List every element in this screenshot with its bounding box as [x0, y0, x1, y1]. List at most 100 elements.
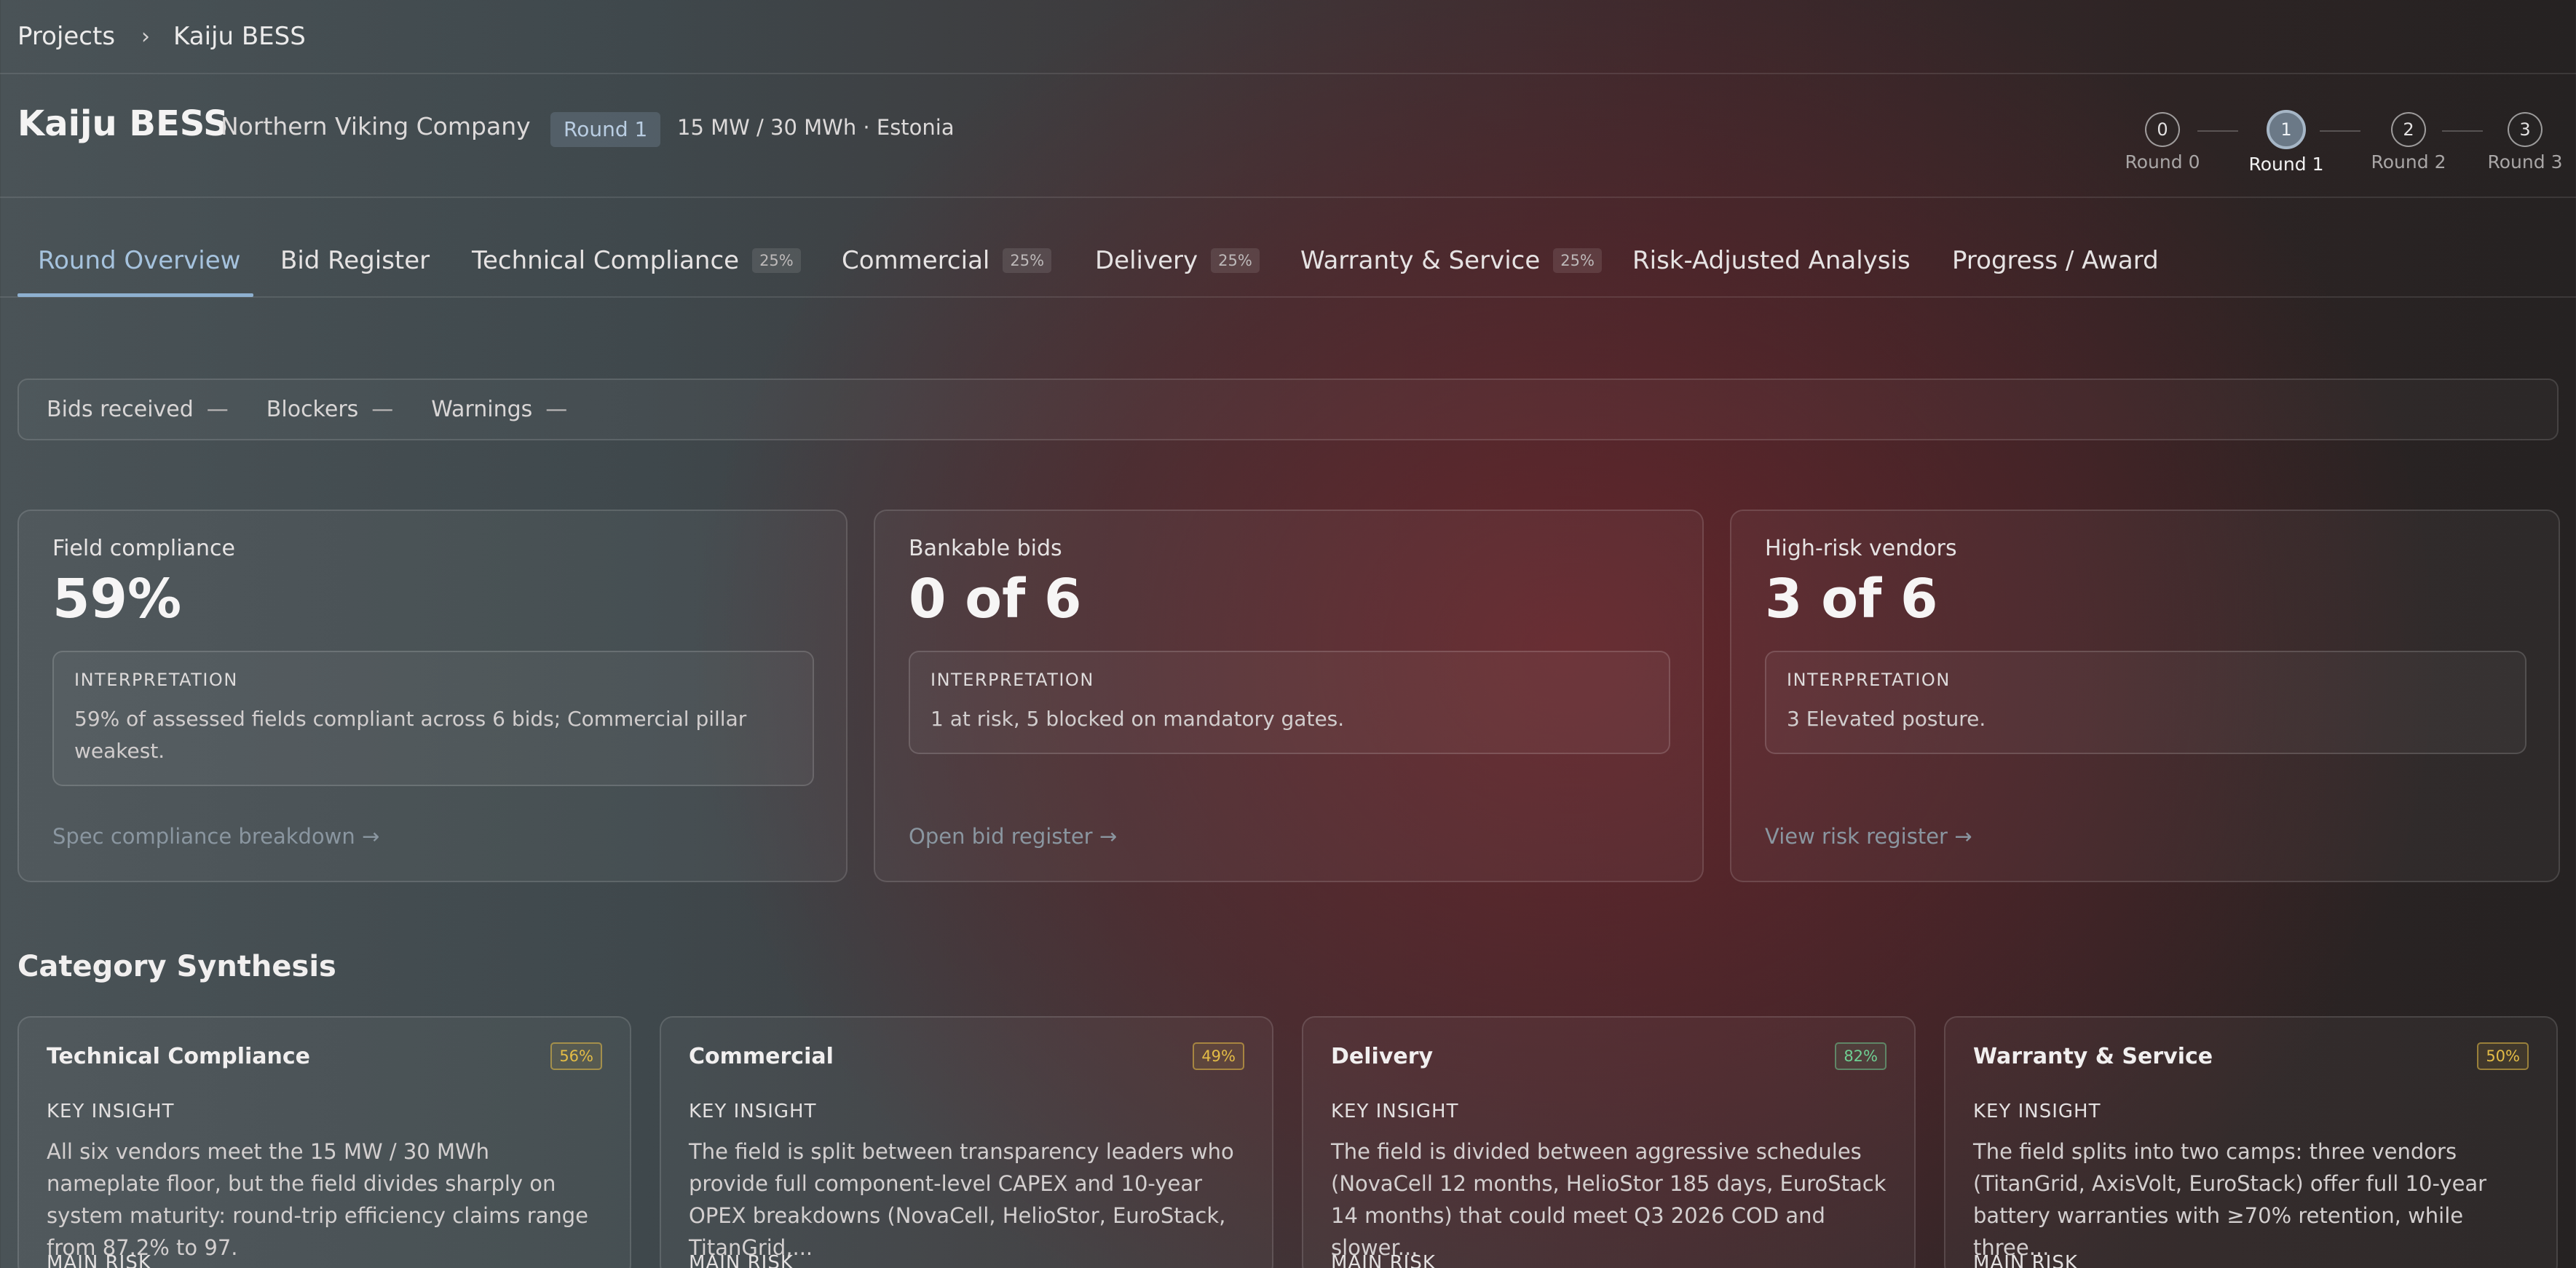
category-title: Delivery	[1331, 1044, 1434, 1069]
kpi-card-bankable-bids: Bankable bids 0 of 6 INTERPRETATION 1 at…	[874, 510, 1704, 882]
summary-bids: Bids received —	[47, 397, 229, 422]
tab-label: Warranty & Service	[1300, 246, 1541, 275]
tab-delivery[interactable]: Delivery 25%	[1095, 246, 1260, 275]
tab-bar: Round Overview Bid Register Technical Co…	[0, 199, 2576, 298]
spec-compliance-breakdown-link[interactable]: Spec compliance breakdown →	[52, 824, 379, 849]
category-card-delivery[interactable]: Delivery 82% KEY INSIGHT The field is di…	[1302, 1016, 1916, 1268]
interpretation-heading: INTERPRETATION	[1787, 670, 1951, 690]
tab-label: Technical Compliance	[472, 246, 740, 275]
category-card-commercial[interactable]: Commercial 49% KEY INSIGHT The field is …	[660, 1016, 1273, 1268]
key-insight-text: The field splits into two camps: three v…	[1973, 1139, 2487, 1260]
step-round-1[interactable]: 1 Round 1	[2235, 110, 2337, 175]
main-risk-label: MAIN RISK	[689, 1252, 794, 1268]
step-circle: 2	[2391, 112, 2426, 147]
tab-round-overview[interactable]: Round Overview	[38, 246, 240, 275]
step-round-3[interactable]: 3 Round 3	[2474, 112, 2576, 173]
step-connector	[2320, 130, 2360, 132]
open-bid-register-link[interactable]: Open bid register →	[909, 824, 1117, 849]
tab-commercial[interactable]: Commercial 25%	[842, 246, 1052, 275]
round-badge: Round 1	[550, 112, 661, 147]
tab-label: Risk-Adjusted Analysis	[1632, 246, 1911, 275]
main-risk-label: MAIN RISK	[1973, 1252, 2078, 1268]
summary-label: Bids received	[47, 397, 194, 422]
kpi-card-high-risk-vendors: High-risk vendors 3 of 6 INTERPRETATION …	[1730, 510, 2560, 882]
category-title: Commercial	[689, 1044, 834, 1069]
round-summary-strip: Bids received — Blockers — Warnings —	[17, 379, 2559, 440]
summary-blockers: Blockers —	[266, 397, 394, 422]
interpretation-text: 3 Elevated posture.	[1787, 707, 1986, 731]
tab-bid-register[interactable]: Bid Register	[280, 246, 430, 275]
weight-badge: 25%	[1553, 248, 1602, 273]
page-title: Kaiju BESS	[17, 103, 229, 144]
key-insight-label: KEY INSIGHT	[1331, 1101, 1459, 1122]
interpretation-box: INTERPRETATION 1 at risk, 5 blocked on m…	[909, 651, 1670, 754]
key-insight-text: The field is divided between aggressive …	[1331, 1139, 1886, 1260]
interpretation-text: 1 at risk, 5 blocked on mandatory gates.	[931, 707, 1345, 731]
tab-label: Round Overview	[38, 246, 241, 275]
tab-label: Progress / Award	[1952, 246, 2159, 275]
tab-risk-adjusted-analysis[interactable]: Risk-Adjusted Analysis	[1632, 246, 1911, 275]
summary-value: —	[371, 397, 394, 422]
score-badge: 82%	[1835, 1042, 1886, 1070]
kpi-label: Field compliance	[52, 536, 235, 561]
weight-badge: 25%	[1211, 248, 1260, 273]
key-insight-text: The field is split between transparency …	[689, 1139, 1234, 1260]
weight-badge: 25%	[752, 248, 801, 273]
step-circle: 3	[2508, 112, 2543, 147]
score-badge: 49%	[1193, 1042, 1244, 1070]
score-badge: 50%	[2477, 1042, 2529, 1070]
breadcrumb-projects-link[interactable]: Projects	[17, 22, 115, 51]
step-label: Round 0	[2125, 151, 2200, 173]
tab-label: Delivery	[1095, 246, 1198, 275]
tab-label: Commercial	[842, 246, 990, 275]
step-connector	[2197, 130, 2238, 132]
key-insight-label: KEY INSIGHT	[1973, 1101, 2101, 1122]
active-tab-indicator	[17, 293, 253, 297]
interpretation-box: INTERPRETATION 59% of assessed fields co…	[52, 651, 814, 786]
step-label: Round 1	[2248, 154, 2324, 175]
breadcrumb-current[interactable]: Kaiju BESS	[173, 22, 306, 51]
section-title-category-synthesis: Category Synthesis	[17, 950, 336, 983]
weight-badge: 25%	[1003, 248, 1052, 273]
step-round-0[interactable]: 0 Round 0	[2111, 112, 2213, 173]
project-header: Kaiju BESS Northern Viking Company Round…	[0, 76, 2576, 198]
category-title: Warranty & Service	[1973, 1044, 2213, 1069]
step-circle: 1	[2267, 110, 2306, 149]
key-insight-text: All six vendors meet the 15 MW / 30 MWh …	[47, 1139, 589, 1260]
category-title: Technical Compliance	[47, 1044, 311, 1069]
kpi-card-field-compliance: Field compliance 59% INTERPRETATION 59% …	[17, 510, 848, 882]
tab-technical-compliance[interactable]: Technical Compliance 25%	[472, 246, 801, 275]
category-card-warranty-service[interactable]: Warranty & Service 50% KEY INSIGHT The f…	[1944, 1016, 2558, 1268]
kpi-label: Bankable bids	[909, 536, 1062, 561]
project-spec: 15 MW / 30 MWh · Estonia	[677, 115, 955, 140]
summary-label: Warnings	[431, 397, 533, 422]
summary-warnings: Warnings —	[431, 397, 567, 422]
company-name: Northern Viking Company	[221, 112, 531, 140]
kpi-value: 59%	[52, 568, 182, 630]
step-circle: 0	[2145, 112, 2180, 147]
main-risk-label: MAIN RISK	[1331, 1252, 1436, 1268]
interpretation-box: INTERPRETATION 3 Elevated posture.	[1765, 651, 2526, 754]
kpi-label: High-risk vendors	[1765, 536, 1957, 561]
step-label: Round 2	[2371, 151, 2446, 173]
summary-value: —	[206, 397, 229, 422]
interpretation-heading: INTERPRETATION	[74, 670, 238, 690]
breadcrumb: Projects › Kaiju BESS	[0, 0, 2576, 74]
tab-warranty-service[interactable]: Warranty & Service 25%	[1300, 246, 1602, 275]
kpi-value: 0 of 6	[909, 568, 1082, 630]
round-stepper: 0 Round 0 1 Round 1 2 Round 2 3 Round 3	[2111, 110, 2576, 185]
key-insight-label: KEY INSIGHT	[47, 1101, 175, 1122]
chevron-right-icon: ›	[141, 23, 151, 49]
tab-progress-award[interactable]: Progress / Award	[1952, 246, 2159, 275]
main-risk-label: MAIN RISK	[47, 1252, 151, 1268]
step-round-2[interactable]: 2 Round 2	[2358, 112, 2460, 173]
tab-label: Bid Register	[280, 246, 430, 275]
category-card-technical-compliance[interactable]: Technical Compliance 56% KEY INSIGHT All…	[17, 1016, 631, 1268]
step-connector	[2442, 130, 2483, 132]
interpretation-heading: INTERPRETATION	[931, 670, 1094, 690]
key-insight-label: KEY INSIGHT	[689, 1101, 817, 1122]
summary-value: —	[545, 397, 568, 422]
view-risk-register-link[interactable]: View risk register →	[1765, 824, 1972, 849]
interpretation-text: 59% of assessed fields compliant across …	[74, 707, 747, 763]
summary-label: Blockers	[266, 397, 359, 422]
